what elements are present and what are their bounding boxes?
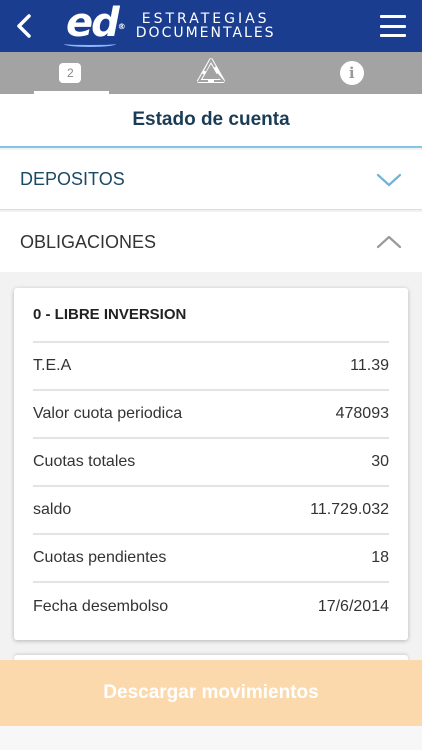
- app-root: ed ® ESTRATEGIAS DOCUMENTALES 2 i Estado…: [0, 0, 422, 750]
- bottom-strip: [0, 726, 422, 750]
- obligation-card: 0 - LIBRE INVERSION T.E.A 11.39 Valor cu…: [14, 288, 408, 640]
- obligation-row: Valor cuota periodica 478093: [33, 391, 389, 439]
- back-button[interactable]: [0, 0, 48, 52]
- obligation-row-value: 18: [371, 549, 389, 566]
- logo-wordmark: ESTRATEGIAS DOCUMENTALES: [136, 12, 276, 40]
- obligation-row-label: Fecha desembolso: [33, 598, 169, 615]
- logo-line-2: DOCUMENTALES: [135, 25, 276, 41]
- obligation-row-value: 30: [371, 453, 389, 470]
- logo-line-1: ESTRATEGIAS: [141, 11, 270, 27]
- page-title: Estado de cuenta: [132, 109, 290, 130]
- obligation-row: Fecha desembolso 17/6/2014: [33, 583, 389, 631]
- logo-mark-text: ed: [66, 0, 120, 46]
- obligation-row-label: Cuotas pendientes: [33, 549, 167, 566]
- company-logo: ed ® ESTRATEGIAS DOCUMENTALES: [64, 0, 276, 52]
- obligation-row-label: Valor cuota periodica: [33, 405, 183, 422]
- obligation-row-label: T.E.A: [33, 357, 72, 374]
- chevron-left-icon: [17, 14, 31, 38]
- download-movements-label: Descargar movimientos: [103, 682, 319, 703]
- accordion-obligaciones[interactable]: OBLIGACIONES: [0, 212, 422, 272]
- obligation-row: Cuotas pendientes 18: [33, 535, 389, 583]
- tab-recycle[interactable]: [141, 52, 282, 94]
- recycle-triangle-icon: [197, 58, 226, 83]
- download-movements-button[interactable]: Descargar movimientos: [0, 660, 422, 726]
- page-title-bar: Estado de cuenta: [0, 94, 422, 148]
- obligation-row: saldo 11.729.032: [33, 487, 389, 535]
- accordion-obligaciones-label: OBLIGACIONES: [20, 231, 157, 252]
- menu-bar: [380, 15, 406, 18]
- info-icon: i: [339, 61, 364, 85]
- chevron-up-icon: [376, 235, 402, 249]
- obligation-row-value: 11.729.032: [310, 501, 389, 518]
- obligation-title: 0 - LIBRE INVERSION: [33, 288, 389, 343]
- tab-notifications[interactable]: 2: [0, 52, 141, 94]
- obligation-row-value: 17/6/2014: [317, 598, 389, 615]
- obligation-row-value: 11.39: [350, 357, 389, 374]
- obligation-row-label: saldo: [33, 501, 72, 518]
- notification-badge: 2: [59, 63, 82, 83]
- menu-bar: [380, 34, 406, 37]
- accordion-depositos-label: DEPOSITOS: [20, 169, 125, 189]
- obligation-row: Cuotas totales 30: [33, 439, 389, 487]
- hamburger-menu-icon[interactable]: [380, 15, 406, 37]
- logo-swoosh: [64, 41, 116, 47]
- accordion-depositos[interactable]: DEPOSITOS: [0, 150, 422, 210]
- chevron-down-icon: [376, 173, 402, 186]
- info-glyph: i: [348, 64, 355, 82]
- tab-bar: 2 i: [0, 52, 422, 94]
- app-header: ed ® ESTRATEGIAS DOCUMENTALES: [0, 0, 422, 52]
- logo-registered: ®: [117, 22, 126, 31]
- tab-info[interactable]: i: [281, 52, 422, 94]
- menu-bar: [380, 24, 406, 28]
- obligation-row-value: 478093: [335, 405, 389, 422]
- obligation-row-label: Cuotas totales: [33, 453, 136, 470]
- obligation-row: T.E.A 11.39: [33, 343, 389, 391]
- logo-mark: ed ®: [64, 0, 126, 47]
